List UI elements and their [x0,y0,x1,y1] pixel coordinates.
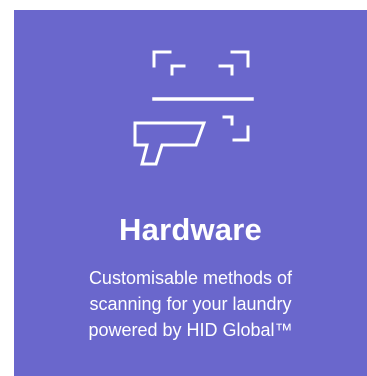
card-description: Customisable methods of scanning for you… [88,268,293,340]
card-title: Hardware [119,212,262,247]
barcode-scanner-icon [133,50,254,166]
hardware-card[interactable]: Hardware Customisable methods of scannin… [14,10,367,376]
